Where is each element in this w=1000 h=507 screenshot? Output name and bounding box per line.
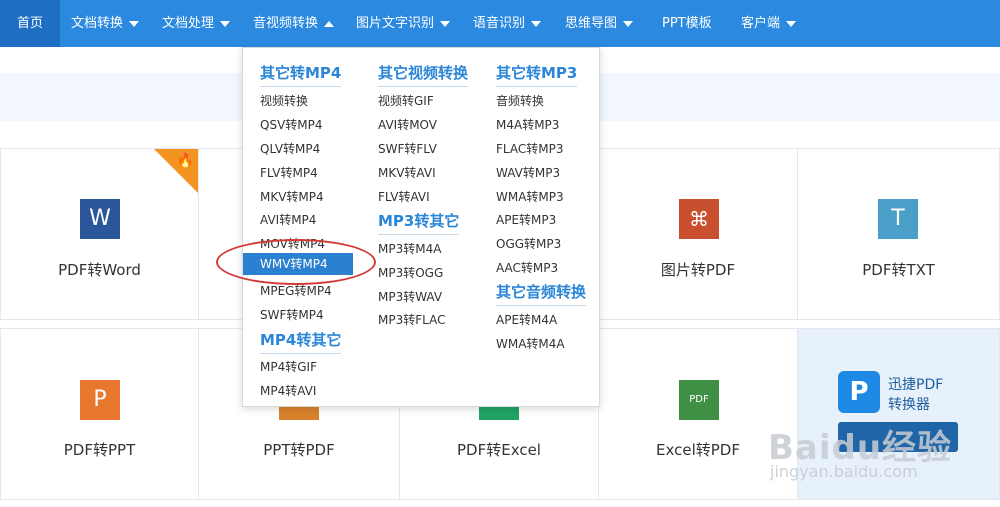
menu-item[interactable]: 视频转换 — [260, 92, 308, 109]
menu-item[interactable]: MKV转MP4 — [260, 188, 324, 205]
menu-item[interactable]: WAV转MP3 — [496, 164, 560, 181]
menu-item[interactable]: MP3转M4A — [378, 240, 441, 257]
chevron-down-icon — [129, 20, 140, 27]
av-convert-dropdown: 其它转MP4 视频转换 QSV转MP4 QLV转MP4 FLV转MP4 MKV转… — [242, 47, 600, 407]
group-head-video: 其它视频转换 — [378, 62, 469, 87]
nav-home-label: 首页 — [16, 16, 43, 31]
nav-client-label: 客户端 — [741, 16, 781, 31]
menu-item[interactable]: AAC转MP3 — [496, 259, 558, 276]
card-pdf-to-ppt[interactable]: P PDF转PPT — [0, 328, 199, 500]
nav-client[interactable]: 客户端 — [741, 0, 797, 47]
promo-line2: 转换器 — [888, 397, 930, 413]
nav-doc-process-label: 文档处理 — [162, 16, 215, 31]
baidu-watermark-url: jingyan.baidu.com — [770, 462, 918, 481]
card-excel-to-pdf[interactable]: PDF Excel转PDF — [598, 328, 798, 500]
chevron-down-icon — [623, 20, 634, 27]
chevron-up-icon — [324, 20, 335, 27]
card-label: PDF转TXT — [862, 261, 935, 279]
nav-speech[interactable]: 语音识别 — [473, 0, 542, 47]
menu-item[interactable]: QSV转MP4 — [260, 116, 323, 133]
chevron-down-icon — [786, 20, 797, 27]
menu-item[interactable]: APE转M4A — [496, 311, 557, 328]
group-head-mp3-to: MP3转其它 — [378, 210, 460, 235]
menu-item[interactable]: FLV转AVI — [378, 188, 430, 205]
highlight-ring — [216, 239, 376, 285]
nav-av-convert-label: 音视频转换 — [253, 16, 319, 31]
word-icon: W — [80, 199, 120, 239]
excel-pdf-icon: PDF — [679, 380, 719, 420]
card-image-to-pdf[interactable]: ⌘ 图片转PDF — [598, 148, 798, 320]
nav-doc-convert[interactable]: 文档转换 — [71, 0, 140, 47]
nav-doc-process[interactable]: 文档处理 — [162, 0, 231, 47]
menu-item[interactable]: MKV转AVI — [378, 164, 436, 181]
menu-item[interactable]: AVI转MOV — [378, 116, 437, 133]
menu-item[interactable]: WMA转M4A — [496, 335, 565, 352]
nav-ppt-template[interactable]: PPT模板 — [662, 0, 712, 47]
top-nav: 首页 文档转换 文档处理 音视频转换 图片文字识别 语音识别 思维导图 PPT模… — [0, 0, 1000, 47]
app-logo-icon: P — [838, 371, 880, 413]
card-label: PDF转Excel — [457, 441, 541, 459]
card-label: PDF转Word — [58, 261, 141, 279]
menu-item[interactable]: QLV转MP4 — [260, 140, 320, 157]
nav-ocr-label: 图片文字识别 — [356, 16, 435, 31]
menu-item[interactable]: 音频转换 — [496, 92, 544, 109]
menu-item[interactable]: FLAC转MP3 — [496, 140, 563, 157]
menu-item[interactable]: FLV转MP4 — [260, 164, 318, 181]
pdf-symbol-icon: ⌘ — [679, 199, 719, 239]
menu-item[interactable]: SWF转FLV — [378, 140, 437, 157]
chevron-down-icon — [440, 20, 451, 27]
menu-item[interactable]: WMA转MP3 — [496, 188, 564, 205]
menu-item[interactable]: AVI转MP4 — [260, 211, 316, 228]
chevron-down-icon — [220, 20, 231, 27]
nav-mindmap-label: 思维导图 — [565, 16, 618, 31]
group-head-mp4-to: MP4转其它 — [260, 329, 342, 354]
nav-mindmap[interactable]: 思维导图 — [565, 0, 634, 47]
menu-item[interactable]: MP4转GIF — [260, 358, 317, 375]
menu-item[interactable]: MP3转WAV — [378, 288, 442, 305]
menu-item[interactable]: MP3转FLAC — [378, 311, 445, 328]
menu-item[interactable]: MP3转OGG — [378, 264, 443, 281]
group-head-audio: 其它音频转换 — [496, 281, 587, 306]
txt-icon: T — [878, 199, 918, 239]
menu-item[interactable]: APE转MP3 — [496, 211, 556, 228]
card-pdf-to-word[interactable]: 🔥 W PDF转Word — [0, 148, 199, 320]
chevron-down-icon — [531, 20, 542, 27]
nav-av-convert[interactable]: 音视频转换 — [253, 0, 335, 47]
card-label: PPT转PDF — [263, 441, 335, 459]
promo-line1: 迅捷PDF — [888, 377, 944, 393]
nav-home[interactable]: 首页 — [0, 0, 60, 47]
flame-icon: 🔥 — [176, 153, 194, 169]
menu-item[interactable]: MP4转AVI — [260, 382, 316, 399]
nav-speech-label: 语音识别 — [473, 16, 526, 31]
card-pdf-to-txt[interactable]: T PDF转TXT — [797, 148, 1000, 320]
nav-doc-convert-label: 文档转换 — [71, 16, 124, 31]
menu-item[interactable]: 视频转GIF — [378, 92, 434, 109]
card-label: PDF转PPT — [63, 441, 136, 459]
group-head-to-mp4: 其它转MP4 — [260, 62, 342, 87]
ppt-icon: P — [80, 380, 120, 420]
menu-item[interactable]: OGG转MP3 — [496, 235, 561, 252]
group-head-to-mp3: 其它转MP3 — [496, 62, 578, 87]
card-label: 图片转PDF — [660, 261, 736, 279]
nav-ocr[interactable]: 图片文字识别 — [356, 0, 451, 47]
menu-item[interactable]: SWF转MP4 — [260, 306, 324, 323]
nav-ppt-template-label: PPT模板 — [662, 16, 712, 31]
menu-item[interactable]: M4A转MP3 — [496, 116, 559, 133]
